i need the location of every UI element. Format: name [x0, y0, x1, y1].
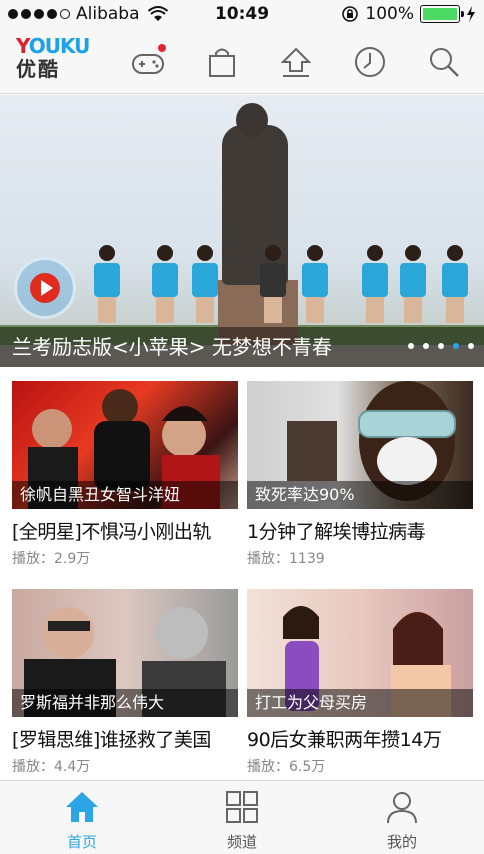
carousel-dot[interactable] [423, 343, 429, 349]
tab-home[interactable]: 首页 [32, 789, 132, 852]
video-card[interactable]: 打工为父母买房 90后女兼职两年攒14万 播放：6.5万 [247, 589, 473, 776]
history-clock-icon [355, 47, 385, 77]
play-count: 播放：2.9万 [12, 551, 91, 567]
carousel-indicator[interactable] [408, 343, 474, 349]
video-card[interactable]: 罗斯福并非那么伟大 [罗辑思维]谁拯救了美国 播放：4.4万 [12, 589, 238, 776]
play-count: 播放：4.4万 [12, 759, 91, 775]
signal-strength-icon [8, 9, 70, 19]
play-count: 播放：6.5万 [247, 759, 326, 775]
charging-icon [467, 6, 475, 22]
wifi-icon [147, 6, 168, 21]
video-thumbnail[interactable]: 打工为父母买房 [247, 589, 473, 717]
video-title[interactable]: [全明星]不惧冯小刚出轨 [12, 517, 238, 544]
search-button[interactable] [424, 42, 464, 82]
tab-label: 频道 [226, 833, 257, 851]
shop-button[interactable] [202, 42, 242, 82]
carousel-dot[interactable] [468, 343, 474, 349]
video-title[interactable]: 90后女兼职两年攒14万 [247, 725, 473, 752]
dancer [300, 245, 330, 325]
upload-icon [280, 47, 312, 77]
dancer [360, 245, 390, 325]
play-button[interactable] [14, 257, 76, 319]
shopping-bag-icon [209, 48, 235, 77]
dancer [190, 245, 220, 325]
dancer [150, 245, 180, 325]
logo-cn-text: 优酷 [16, 57, 60, 81]
carousel-dot[interactable] [438, 343, 444, 349]
play-icon [40, 280, 53, 296]
carrier-name: Alibaba [76, 4, 140, 24]
video-title[interactable]: 1分钟了解埃博拉病毒 [247, 517, 473, 544]
logo-en-text: YOUKU [16, 34, 90, 58]
home-icon [66, 792, 98, 822]
tab-label: 我的 [386, 833, 417, 851]
video-card[interactable]: 致死率达90% 1分钟了解埃博拉病毒 播放：1139 [247, 381, 473, 568]
notification-dot [158, 44, 166, 52]
history-button[interactable] [350, 42, 390, 82]
status-bar: Alibaba 10:49 100% [0, 0, 484, 28]
youku-logo[interactable]: YOUKU 优酷 [16, 34, 90, 82]
video-title[interactable]: [罗辑思维]谁拯救了美国 [12, 725, 238, 752]
battery-icon [420, 5, 464, 23]
thumbnail-caption: 徐帆自黑丑女智斗洋妞 [12, 481, 238, 509]
tab-label: 首页 [66, 833, 97, 851]
dancer [440, 245, 470, 325]
dancer [92, 245, 122, 325]
video-card[interactable]: 徐帆自黑丑女智斗洋妞 [全明星]不惧冯小刚出轨 播放：2.9万 [12, 381, 238, 568]
tab-channels[interactable]: 频道 [192, 789, 292, 852]
search-icon [430, 48, 459, 77]
dancer [398, 245, 428, 325]
video-thumbnail[interactable]: 徐帆自黑丑女智斗洋妞 [12, 381, 238, 509]
featured-banner[interactable]: 兰考励志版<小苹果> 无梦想不青春 [0, 95, 484, 367]
game-center-button[interactable] [128, 42, 168, 82]
video-grid: 徐帆自黑丑女智斗洋妞 [全明星]不惧冯小刚出轨 播放：2.9万 致死率达90% … [0, 367, 484, 780]
upload-button[interactable] [276, 42, 316, 82]
battery-percent: 100% [365, 4, 414, 24]
statue-head [236, 103, 268, 137]
carousel-dot[interactable] [408, 343, 414, 349]
dancer [258, 245, 288, 325]
user-icon [387, 792, 417, 824]
carousel-dot-active[interactable] [453, 343, 459, 349]
thumbnail-caption: 致死率达90% [247, 481, 473, 509]
video-thumbnail[interactable]: 致死率达90% [247, 381, 473, 509]
tab-mine[interactable]: 我的 [352, 789, 452, 852]
grid-icon [226, 791, 258, 823]
video-thumbnail[interactable]: 罗斯福并非那么伟大 [12, 589, 238, 717]
clock-time: 10:49 [214, 4, 270, 24]
top-navigation-bar: YOUKU 优酷 [0, 28, 484, 94]
thumbnail-caption: 打工为父母买房 [247, 689, 473, 717]
orientation-lock-icon [342, 6, 359, 22]
bottom-tab-bar: 首页 频道 我的 [0, 780, 484, 854]
play-count: 播放：1139 [247, 551, 325, 567]
thumbnail-caption: 罗斯福并非那么伟大 [12, 689, 238, 717]
